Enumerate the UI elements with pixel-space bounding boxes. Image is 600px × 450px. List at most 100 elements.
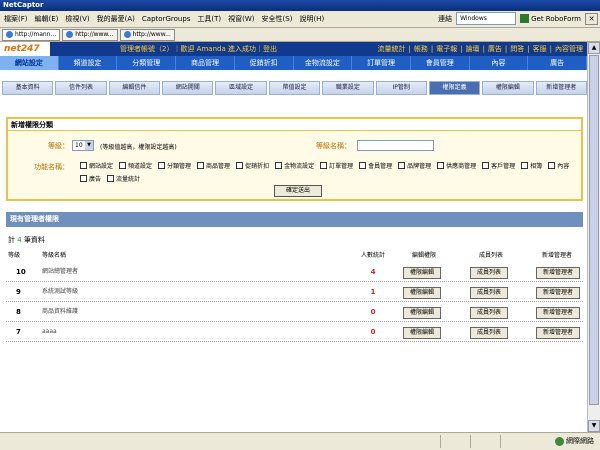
permission-table: 等級 等級名稱 人數統計 編輯權限 成員列表 新增管理者 10 網站總管理者 4… bbox=[6, 249, 583, 342]
browser-tab-bar: http://mann... http://www... http://www.… bbox=[0, 28, 600, 42]
subnav-edit-mail[interactable]: 編輯信件 bbox=[108, 81, 161, 95]
subnav-basic-info[interactable]: 基本資料 bbox=[2, 81, 54, 95]
function-checkbox[interactable]: 品牌管理 bbox=[398, 161, 431, 170]
function-checkbox[interactable]: 網站設定 bbox=[80, 161, 113, 170]
menu-security[interactable]: 安全性(S) bbox=[262, 14, 293, 24]
edit-permission-button[interactable]: 權限編輯 bbox=[403, 267, 441, 279]
function-checkbox[interactable]: 促銷折扣 bbox=[236, 161, 269, 170]
roboform-button[interactable]: Get RoboForm bbox=[520, 14, 581, 23]
add-admin-button[interactable]: 新增管理者 bbox=[536, 327, 580, 339]
subnav-ip-control[interactable]: IP管制 bbox=[375, 81, 427, 95]
function-checkbox[interactable]: 相簿 bbox=[521, 161, 542, 170]
level-name-label: 等級名稱： bbox=[316, 142, 351, 150]
function-label: 功能名稱： bbox=[34, 163, 69, 171]
menu-favorites[interactable]: 我的最愛(A) bbox=[97, 14, 135, 24]
ie-icon bbox=[66, 31, 74, 38]
row-name: 系統測試等級 bbox=[42, 288, 79, 295]
subnav-permission-define[interactable]: 權限定義 bbox=[428, 81, 481, 95]
function-checkbox[interactable]: 金物流設定 bbox=[275, 161, 314, 170]
level-select[interactable]: 10 ▼ bbox=[72, 140, 94, 151]
add-admin-button[interactable]: 新增管理者 bbox=[536, 267, 580, 279]
vertical-scrollbar[interactable]: ▲ ▼ bbox=[587, 42, 600, 432]
add-admin-button[interactable]: 新增管理者 bbox=[536, 287, 580, 299]
site-logo[interactable]: net247 bbox=[0, 42, 50, 56]
submit-button[interactable]: 確定送出 bbox=[274, 185, 322, 197]
header-link-forum[interactable]: 論壇 bbox=[466, 44, 480, 54]
function-checkbox[interactable]: 訂單管理 bbox=[320, 161, 353, 170]
header-link-content[interactable]: 內容管理 bbox=[555, 44, 583, 54]
function-checkbox[interactable]: 內容 bbox=[548, 161, 569, 170]
links-label[interactable]: 連結 bbox=[438, 14, 452, 24]
function-checkbox[interactable]: 分類管理 bbox=[158, 161, 191, 170]
nav-promotions[interactable]: 促銷折扣 bbox=[235, 56, 294, 70]
header-link-qa[interactable]: 問答 bbox=[510, 44, 524, 54]
subnav-site-switch[interactable]: 網站開關 bbox=[162, 81, 214, 95]
subnav-region[interactable]: 區域設定 bbox=[215, 81, 267, 95]
nav-logistics[interactable]: 金物流設定 bbox=[294, 56, 353, 70]
nav-category[interactable]: 分類管理 bbox=[117, 56, 177, 70]
menu-help[interactable]: 說明(H) bbox=[299, 14, 324, 24]
col-members: 成員列表 bbox=[478, 252, 503, 259]
edit-permission-button[interactable]: 權限編輯 bbox=[403, 307, 441, 319]
subnav-add-admin[interactable]: 新增管理者 bbox=[535, 81, 587, 95]
subnav-permission-edit[interactable]: 權限編輯 bbox=[482, 81, 534, 95]
scroll-thumb[interactable] bbox=[589, 55, 599, 405]
header-link-billing[interactable]: 帳務 bbox=[414, 44, 428, 54]
subnav-mail-list[interactable]: 信件列表 bbox=[55, 81, 107, 95]
subnav-currency[interactable]: 幣值設定 bbox=[268, 81, 321, 95]
window-title: NetCaptor bbox=[0, 0, 600, 11]
function-checkbox[interactable]: 流量統計 bbox=[107, 174, 140, 183]
menu-window[interactable]: 視窗(W) bbox=[228, 14, 254, 24]
menu-view[interactable]: 檢視(V) bbox=[65, 14, 89, 24]
nav-site-settings[interactable]: 網站設定 bbox=[0, 56, 59, 70]
header-link-ads[interactable]: 廣告 bbox=[488, 44, 502, 54]
table-row: 8 商品資料維護 0 權限編輯 成員列表 新增管理者 bbox=[6, 302, 583, 322]
function-checkbox[interactable]: 供應商管理 bbox=[437, 161, 476, 170]
function-checkbox[interactable]: 廣告 bbox=[80, 174, 101, 183]
scroll-down-icon[interactable]: ▼ bbox=[588, 420, 600, 432]
security-zone: 網際網路 bbox=[555, 435, 594, 448]
row-name: 商品資料維護 bbox=[42, 308, 79, 315]
nav-members[interactable]: 會員管理 bbox=[411, 56, 470, 70]
menu-edit[interactable]: 編輯(E) bbox=[35, 14, 59, 24]
menu-captorgroups[interactable]: CaptorGroups bbox=[142, 15, 190, 23]
scroll-up-icon[interactable]: ▲ bbox=[588, 42, 600, 54]
level-select-value: 10 bbox=[75, 142, 83, 149]
nav-orders[interactable]: 訂單管理 bbox=[352, 56, 411, 70]
header-link-newsletter[interactable]: 電子報 bbox=[436, 44, 457, 54]
edit-permission-button[interactable]: 權限編輯 bbox=[403, 287, 441, 299]
nav-channel-settings[interactable]: 頻道設定 bbox=[59, 56, 118, 70]
nav-content[interactable]: 內容 bbox=[470, 56, 529, 70]
user-info[interactable]: 管理者帳號（2）｜歡迎 Amanda 進入成功｜登出 bbox=[120, 44, 277, 54]
browser-tab-1[interactable]: http://mann... bbox=[2, 28, 61, 41]
row-count: 0 bbox=[370, 308, 376, 316]
add-admin-button[interactable]: 新增管理者 bbox=[536, 307, 580, 319]
nav-products[interactable]: 商品管理 bbox=[176, 56, 235, 70]
nav-ads[interactable]: 廣告 bbox=[528, 56, 588, 70]
subnav-occupation[interactable]: 職業設定 bbox=[322, 81, 374, 95]
member-list-button[interactable]: 成員列表 bbox=[470, 327, 508, 339]
function-checkbox[interactable]: 頻道設定 bbox=[119, 161, 152, 170]
browser-tab-3[interactable]: http://www... bbox=[119, 28, 175, 41]
browser-tab-2[interactable]: http://www... bbox=[62, 28, 118, 41]
zone-label: 網際網路 bbox=[566, 437, 594, 445]
windows-link-box[interactable]: Windows bbox=[456, 12, 517, 25]
edit-permission-button[interactable]: 權限編輯 bbox=[403, 327, 441, 339]
row-level: 7 bbox=[16, 328, 21, 336]
table-header: 等級 等級名稱 人數統計 編輯權限 成員列表 新增管理者 bbox=[6, 249, 583, 262]
member-list-button[interactable]: 成員列表 bbox=[470, 267, 508, 279]
function-checkbox[interactable]: 會員管理 bbox=[359, 161, 392, 170]
close-icon[interactable]: ✕ bbox=[585, 12, 598, 25]
level-name-input[interactable] bbox=[357, 140, 434, 151]
menu-file[interactable]: 檔案(F) bbox=[4, 14, 28, 24]
header-link-support[interactable]: 客服 bbox=[533, 44, 547, 54]
function-checkbox[interactable]: 商品管理 bbox=[197, 161, 230, 170]
member-list-button[interactable]: 成員列表 bbox=[470, 307, 508, 319]
function-checkbox[interactable]: 客戶管理 bbox=[482, 161, 515, 170]
row-name: aaaa bbox=[42, 328, 57, 335]
col-name: 等級名稱 bbox=[42, 252, 67, 259]
row-level: 8 bbox=[16, 308, 21, 316]
menu-tools[interactable]: 工具(T) bbox=[197, 14, 221, 24]
header-link-stats[interactable]: 流量統計 bbox=[377, 44, 405, 54]
member-list-button[interactable]: 成員列表 bbox=[470, 287, 508, 299]
